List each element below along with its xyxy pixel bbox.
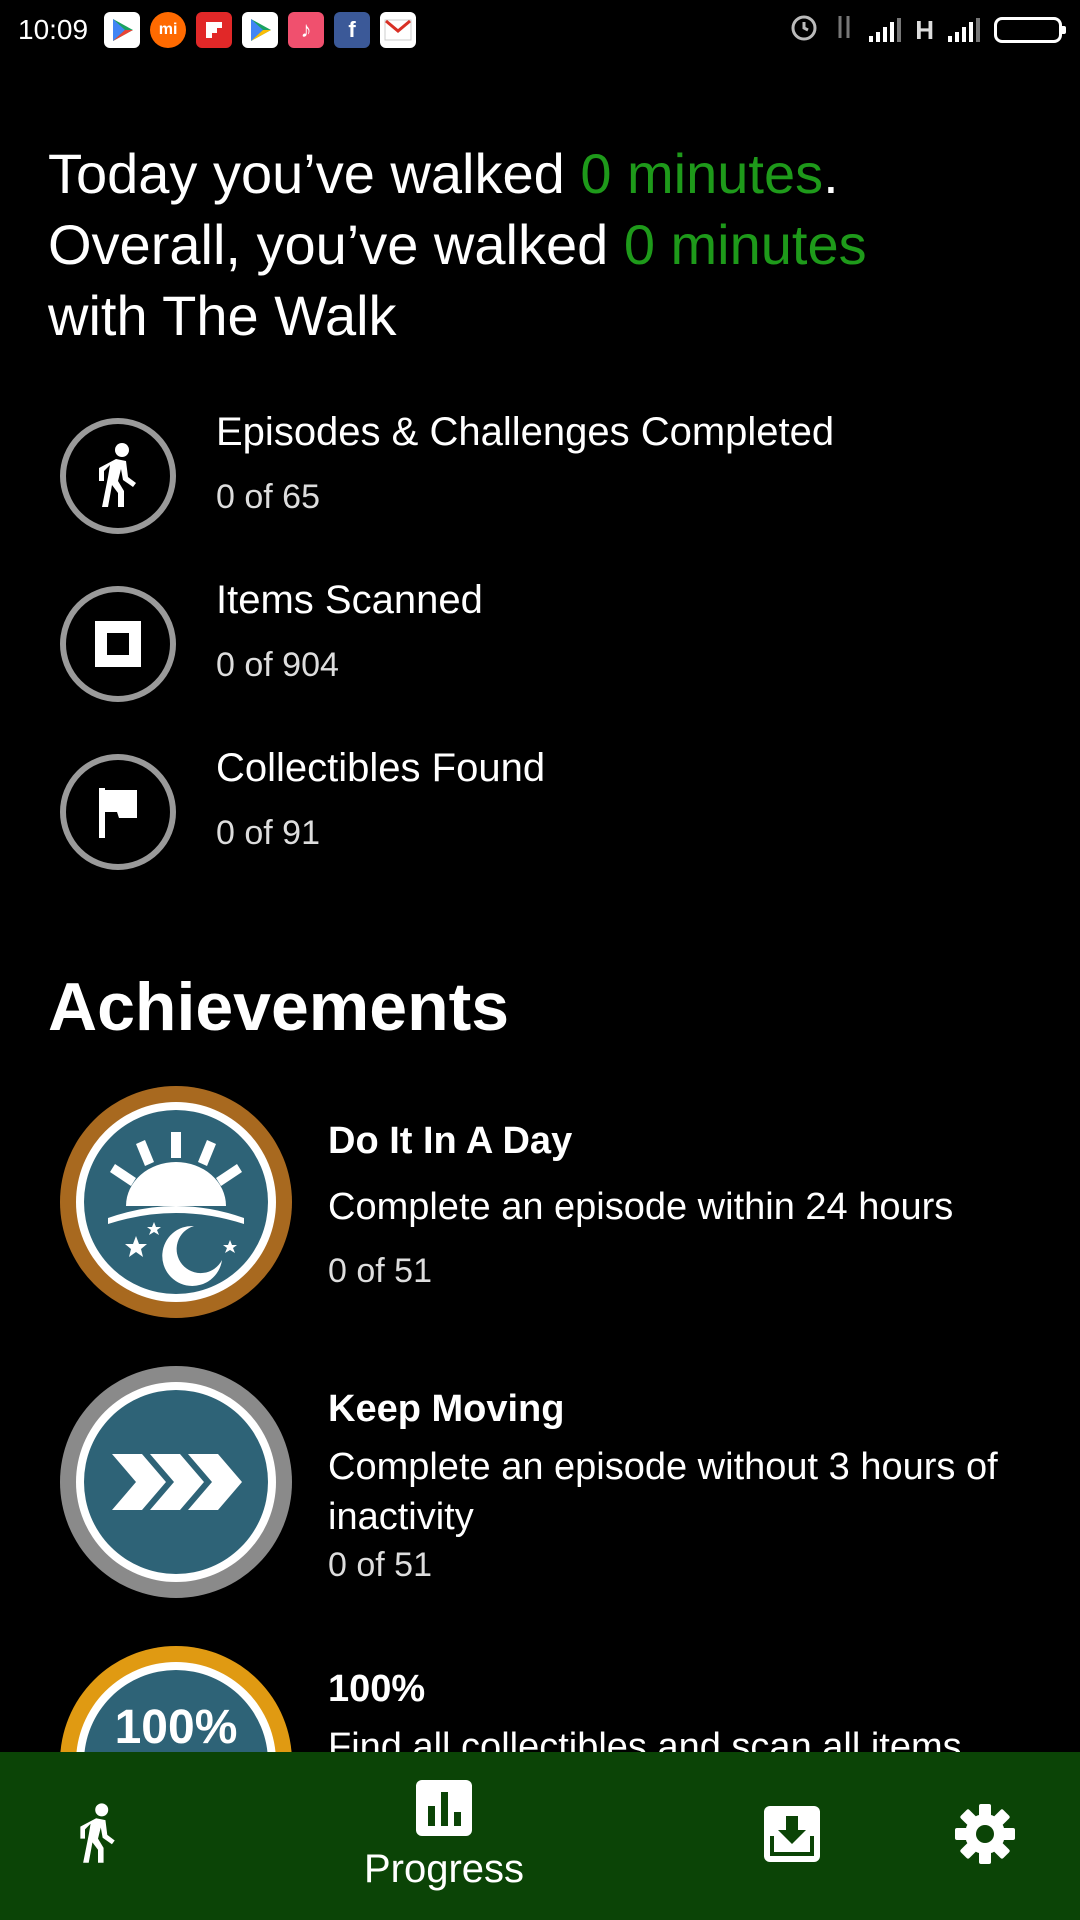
walking-person-icon [72,1799,124,1874]
summary-overall: Overall, you’ve walked 0 minutes [48,213,867,276]
walk-summary: Today you’ve walked 0 minutes. Overall, … [48,138,1038,351]
stat-title: Collectibles Found [216,746,546,790]
achievements-heading: Achievements [48,969,510,1045]
stat-episodes: Episodes & Challenges Completed 0 of 65 [60,410,1020,578]
achievement-100-percent[interactable]: 100% 100% Find all collectibles and scan… [60,1646,1040,1752]
sun-moon-badge-icon [60,1086,292,1318]
achievement-progress: 0 of 51 [328,1252,432,1290]
stat-title: Items Scanned [216,578,483,622]
achievement-title: 100% [328,1668,426,1710]
download-box-icon [764,1805,820,1867]
play-store-icon [104,12,141,48]
achievement-title: Do It In A Day [328,1120,573,1162]
badge-text: 100% [114,1701,238,1752]
achievement-keep-moving[interactable]: Keep Moving Complete an episode without … [60,1366,1040,1606]
nav-downloads[interactable] [762,1752,822,1920]
achievement-description: Complete an episode within 24 hours [328,1186,954,1228]
bottom-navigation: Progress [0,1752,1080,1920]
nav-progress-label: Progress [363,1847,525,1891]
chevrons-badge-icon [60,1366,292,1598]
status-left: 10:09 mi ♪ f [18,12,417,48]
summary-app-line: with The Walk [48,284,397,347]
alarm-icon [789,12,819,49]
gmail-icon [380,12,417,48]
walking-person-icon [60,418,176,534]
nav-progress[interactable]: Progress [344,1752,544,1920]
today-minutes: 0 minutes [580,142,824,205]
signal-strength-icon [869,18,902,42]
status-time: 10:09 [18,14,89,45]
overall-minutes: 0 minutes [623,213,867,276]
hundred-percent-badge-icon: 100% [60,1646,292,1752]
status-right: H [789,12,1066,49]
battery-icon [994,17,1066,43]
network-type: H [915,14,934,45]
bar-chart-icon [416,1780,472,1841]
play-store-icon [242,12,279,48]
data-transfer-icon [833,12,855,49]
stat-value: 0 of 904 [216,646,339,684]
achievement-do-it-in-a-day[interactable]: Do It In A Day Complete an episode withi… [60,1086,1040,1326]
mi-icon: mi [150,12,187,48]
flag-icon [60,754,176,870]
achievement-description: Find all collectibles and scan all items [328,1726,962,1752]
stat-title: Episodes & Challenges Completed [216,410,835,454]
achievement-progress: 0 of 51 [328,1546,432,1584]
stat-items-scanned: Items Scanned 0 of 904 [60,578,1020,746]
music-icon: ♪ [288,12,325,48]
facebook-icon: f [334,12,371,48]
gear-icon [954,1803,1016,1870]
stat-value: 0 of 91 [216,814,320,852]
nav-walk[interactable] [58,1752,138,1920]
achievement-title: Keep Moving [328,1388,565,1430]
status-bar: 10:09 mi ♪ f H [0,0,1080,60]
stats-list: Episodes & Challenges Completed 0 of 65 … [60,410,1020,914]
stat-collectibles: Collectibles Found 0 of 91 [60,746,1020,914]
flipboard-icon [196,12,233,48]
scan-square-icon [60,586,176,702]
stat-value: 0 of 65 [216,478,320,516]
signal-strength-icon-2 [948,18,980,42]
nav-settings[interactable] [950,1752,1020,1920]
summary-today: Today you’ve walked 0 minutes. [48,142,839,205]
achievement-description: Complete an episode without 3 hours of i… [328,1446,998,1538]
